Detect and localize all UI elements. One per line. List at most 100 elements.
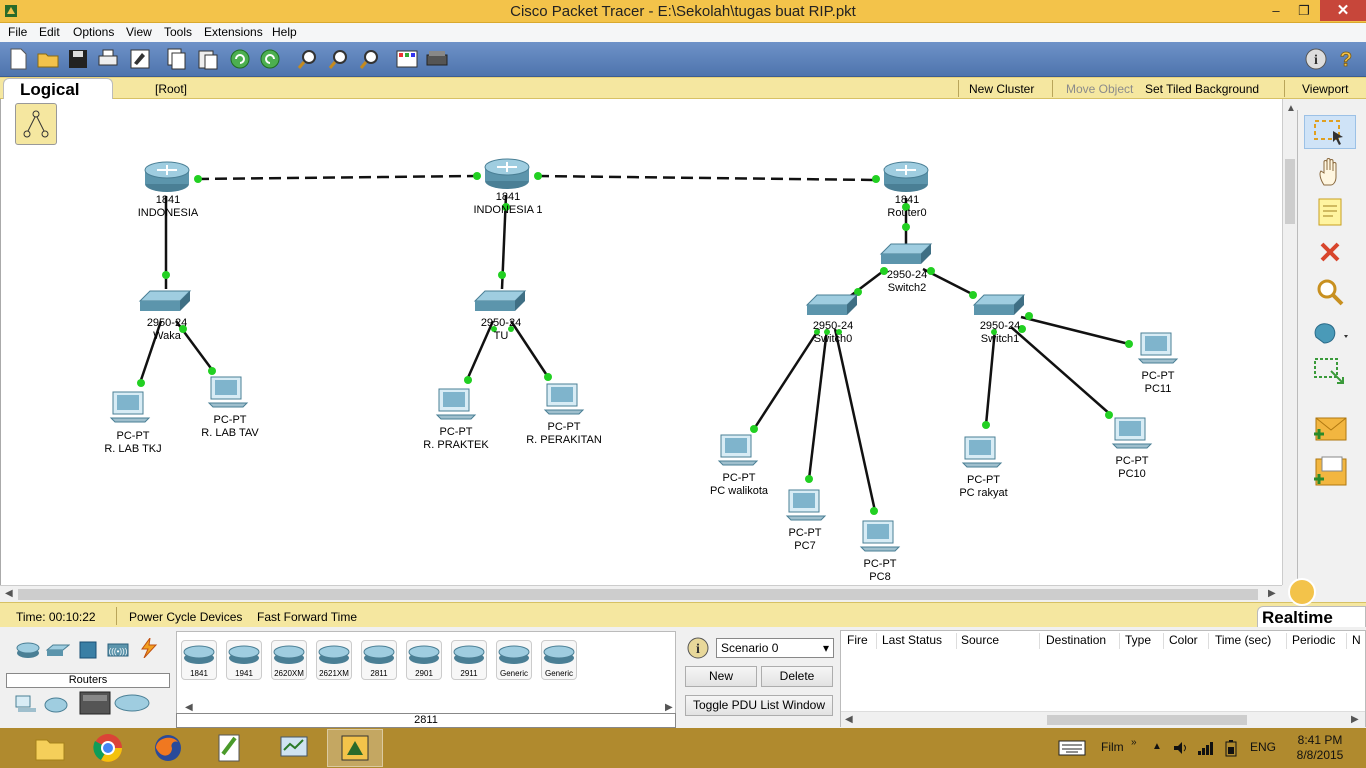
zoom-reset-icon[interactable]: [327, 47, 351, 71]
menu-help[interactable]: Help: [272, 25, 297, 39]
network-signal-icon[interactable]: [1196, 739, 1214, 757]
pc-lab-tkj-label[interactable]: PC-PT R. LAB TKJ: [88, 430, 178, 456]
show-hidden-icons-icon[interactable]: ▲: [1152, 741, 1162, 752]
menu-tools[interactable]: Tools: [164, 25, 192, 39]
toggle-pdu-list-button[interactable]: Toggle PDU List Window: [685, 695, 833, 716]
scroll-left-icon[interactable]: ◀: [845, 714, 853, 725]
menu-extensions[interactable]: Extensions: [204, 25, 263, 39]
column-header[interactable]: Time (sec): [1215, 633, 1271, 647]
router0-label[interactable]: 1841 Router0: [867, 194, 947, 220]
menu-options[interactable]: Options: [73, 25, 114, 39]
new-cluster-button[interactable]: New Cluster: [969, 82, 1034, 96]
firefox-button[interactable]: [140, 729, 196, 767]
move-layout-tool[interactable]: [1304, 155, 1356, 189]
column-header[interactable]: Source: [961, 633, 999, 647]
file-explorer-button[interactable]: [22, 729, 78, 767]
column-header[interactable]: N: [1352, 633, 1361, 647]
custom-device-icon[interactable]: [425, 47, 449, 71]
scroll-left-icon[interactable]: ◀: [185, 702, 193, 713]
redo-icon[interactable]: [258, 47, 282, 71]
switch-tu-label[interactable]: 2950-24 TU: [461, 317, 541, 343]
pc10-label[interactable]: PC-PT PC10: [1102, 455, 1162, 481]
notepad-plus-button[interactable]: [202, 729, 258, 767]
realtime-clock-icon[interactable]: [1288, 578, 1316, 606]
router-indonesia-label[interactable]: 1841 INDONESIA: [128, 194, 208, 220]
scroll-thumb[interactable]: [1047, 715, 1247, 725]
add-simple-pdu-tool[interactable]: [1304, 412, 1356, 446]
root-breadcrumb[interactable]: [Root]: [155, 82, 187, 96]
switch0-label[interactable]: 2950-24 Switch0: [793, 320, 873, 346]
column-header[interactable]: Type: [1125, 633, 1151, 647]
zoom-out-icon[interactable]: [358, 47, 382, 71]
language-indicator[interactable]: ENG: [1250, 740, 1276, 754]
draw-shape-tool[interactable]: [1304, 315, 1356, 349]
scroll-right-icon[interactable]: ▶: [1268, 588, 1276, 599]
scenario-select[interactable]: Scenario 0 ▾: [716, 638, 834, 658]
logical-workspace[interactable]: 1841 INDONESIA 1841 INDONESIA 1 1841 Rou…: [0, 99, 1282, 585]
wan-emulation-category-icon[interactable]: [44, 694, 68, 714]
minimize-button[interactable]: –: [1262, 0, 1290, 21]
task-manager-button[interactable]: [266, 729, 322, 767]
paste-icon[interactable]: [196, 47, 220, 71]
model-1941[interactable]: 1941: [226, 640, 262, 680]
delete-tool[interactable]: [1304, 235, 1356, 269]
menu-edit[interactable]: Edit: [39, 25, 60, 39]
place-note-tool[interactable]: [1304, 195, 1356, 229]
toolbar-label[interactable]: Film: [1101, 740, 1124, 754]
column-header[interactable]: Color: [1169, 633, 1198, 647]
switches-category-icon[interactable]: [46, 640, 70, 660]
logical-tab[interactable]: Logical: [3, 78, 113, 100]
switch1-label[interactable]: 2950-24 Switch1: [960, 320, 1040, 346]
pc8-label[interactable]: PC-PT PC8: [850, 558, 910, 584]
resize-shape-tool[interactable]: [1304, 355, 1356, 389]
open-folder-icon[interactable]: [36, 47, 60, 71]
activity-wizard-icon[interactable]: [128, 47, 152, 71]
copy-icon[interactable]: [164, 47, 188, 71]
scroll-right-icon[interactable]: ▶: [1351, 714, 1359, 725]
add-complex-pdu-tool[interactable]: [1304, 455, 1356, 489]
model-2621xm[interactable]: 2621XM: [316, 640, 352, 680]
chrome-button[interactable]: [80, 729, 136, 767]
model-generic[interactable]: Generic: [541, 640, 577, 680]
switch2-label[interactable]: 2950-24 Switch2: [867, 269, 947, 295]
close-button[interactable]: ✕: [1320, 0, 1366, 21]
column-header[interactable]: Periodic: [1292, 633, 1335, 647]
model-2911[interactable]: 2911: [451, 640, 487, 680]
chevron-double-right-icon[interactable]: »: [1131, 737, 1137, 748]
routers-category-icon[interactable]: [16, 640, 40, 660]
viewport-button[interactable]: Viewport: [1302, 82, 1348, 96]
menu-file[interactable]: File: [8, 25, 27, 39]
model-generic[interactable]: Generic: [496, 640, 532, 680]
pc-perakitan-label[interactable]: PC-PT R. PERAKITAN: [514, 421, 614, 447]
volume-icon[interactable]: [1172, 739, 1190, 757]
workspace-vertical-scrollbar[interactable]: ▲: [1282, 99, 1296, 585]
model-1841[interactable]: 1841: [181, 640, 217, 680]
pc-walikota-label[interactable]: PC-PT PC walikota: [694, 472, 784, 498]
print-icon[interactable]: [96, 47, 120, 71]
info-icon[interactable]: i: [686, 636, 710, 660]
info-icon[interactable]: i: [1304, 47, 1328, 71]
keyboard-icon[interactable]: [1058, 740, 1086, 756]
taskbar-clock[interactable]: 8:41 PM 8/8/2015: [1290, 733, 1350, 763]
packet-tracer-button[interactable]: [327, 729, 383, 767]
pc-rakyat-label[interactable]: PC-PT PC rakyat: [941, 474, 1026, 500]
custom-made-devices-category-icon[interactable]: [78, 690, 112, 716]
move-object-button[interactable]: Move Object: [1066, 82, 1133, 96]
battery-icon[interactable]: [1224, 739, 1238, 757]
wireless-category-icon[interactable]: (((•))): [106, 640, 130, 660]
scroll-thumb[interactable]: [1285, 159, 1295, 224]
switch-waka-label[interactable]: 2950-24 Waka: [127, 317, 207, 343]
inspect-tool[interactable]: [1304, 275, 1356, 309]
scroll-left-icon[interactable]: ◀: [5, 588, 13, 599]
delete-scenario-button[interactable]: Delete: [761, 666, 833, 687]
model-2811[interactable]: 2811: [361, 640, 397, 680]
select-tool[interactable]: [1304, 115, 1356, 149]
scroll-right-icon[interactable]: ▶: [665, 702, 673, 713]
zoom-in-icon[interactable]: [296, 47, 320, 71]
set-tiled-background-button[interactable]: Set Tiled Background: [1145, 82, 1259, 96]
multiuser-connection-category-icon[interactable]: [114, 692, 150, 712]
connections-category-icon[interactable]: [136, 638, 160, 658]
fast-forward-time-button[interactable]: Fast Forward Time: [257, 610, 357, 624]
pc7-label[interactable]: PC-PT PC7: [775, 527, 835, 553]
pc-lab-tav-label[interactable]: PC-PT R. LAB TAV: [185, 414, 275, 440]
